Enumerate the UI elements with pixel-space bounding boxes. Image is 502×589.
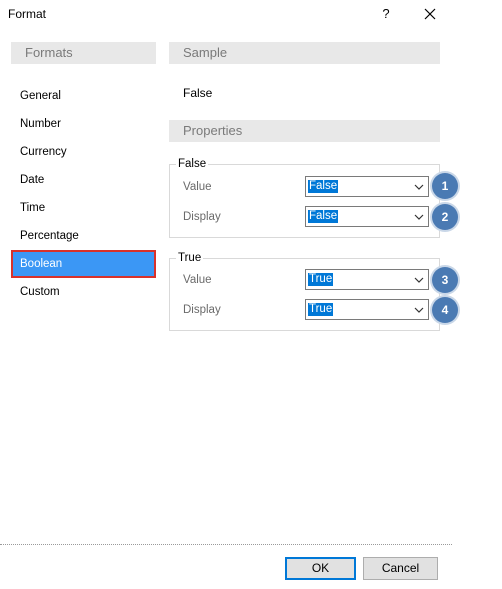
- footer-separator: [0, 544, 452, 545]
- format-item-boolean[interactable]: Boolean: [11, 250, 156, 278]
- true-value-selected: True: [308, 273, 334, 286]
- true-group-label: True: [176, 252, 204, 264]
- true-value-label: Value: [183, 274, 212, 286]
- callout-badge-2: 2: [432, 204, 458, 230]
- true-display-select[interactable]: True: [305, 299, 429, 320]
- false-value-select[interactable]: False: [305, 176, 429, 197]
- chevron-down-icon: [414, 307, 424, 313]
- false-value-selected: False: [308, 180, 339, 193]
- false-display-selected: False: [308, 210, 339, 223]
- cancel-button[interactable]: Cancel: [363, 557, 438, 580]
- true-display-selected: True: [308, 303, 334, 316]
- format-item-general[interactable]: General: [11, 82, 156, 110]
- false-value-label: Value: [183, 181, 212, 193]
- format-item-date[interactable]: Date: [11, 166, 156, 194]
- chevron-down-icon: [414, 214, 424, 220]
- false-display-label: Display: [183, 211, 221, 223]
- sample-value: False: [183, 86, 213, 100]
- title-bar: Format ?: [0, 0, 502, 30]
- false-display-select[interactable]: False: [305, 206, 429, 227]
- window-title: Format: [8, 7, 47, 21]
- chevron-down-icon: [414, 277, 424, 283]
- formats-list: General Number Currency Date Time Percen…: [11, 82, 156, 306]
- close-button[interactable]: [420, 4, 440, 24]
- callout-badge-3: 3: [432, 267, 458, 293]
- format-item-percentage[interactable]: Percentage: [11, 222, 156, 250]
- ok-button[interactable]: OK: [285, 557, 356, 580]
- format-item-currency[interactable]: Currency: [11, 138, 156, 166]
- format-item-time[interactable]: Time: [11, 194, 156, 222]
- help-button[interactable]: ?: [376, 4, 396, 24]
- close-icon: [424, 8, 436, 20]
- true-display-label: Display: [183, 304, 221, 316]
- callout-badge-1: 1: [432, 173, 458, 199]
- properties-header: Properties: [169, 120, 440, 142]
- callout-badge-4: 4: [432, 297, 458, 323]
- formats-header: Formats: [11, 42, 156, 64]
- format-item-number[interactable]: Number: [11, 110, 156, 138]
- sample-header: Sample: [169, 42, 440, 64]
- chevron-down-icon: [414, 184, 424, 190]
- false-group-label: False: [176, 158, 209, 170]
- true-value-select[interactable]: True: [305, 269, 429, 290]
- format-item-custom[interactable]: Custom: [11, 278, 156, 306]
